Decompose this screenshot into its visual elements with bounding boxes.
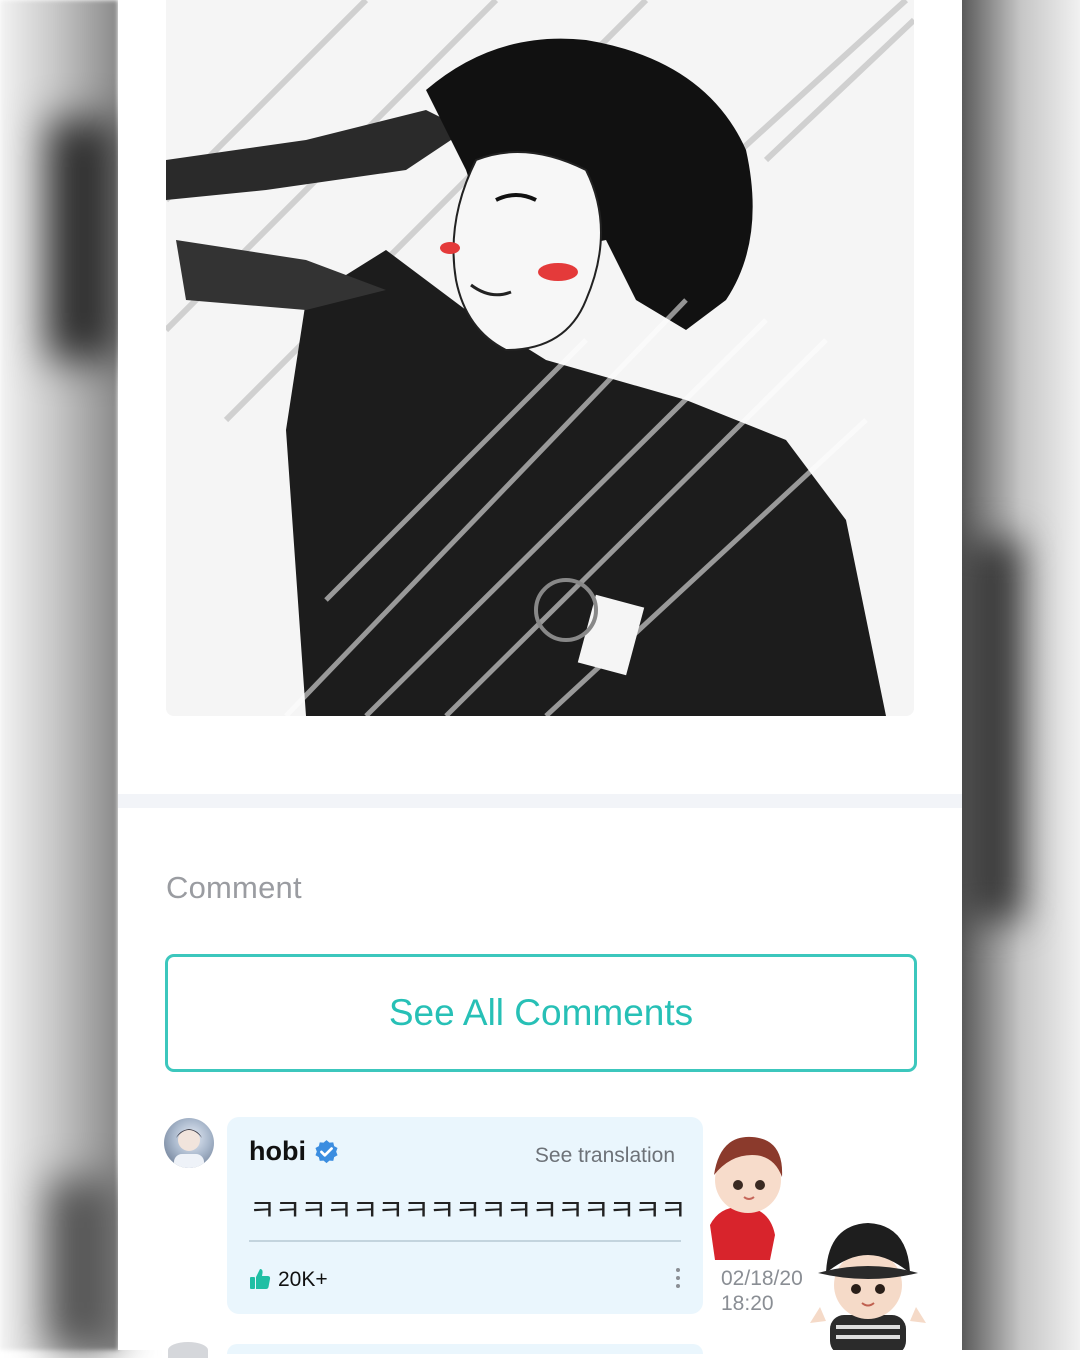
comment-divider: [249, 1240, 681, 1242]
comment-date: 02/18/20: [721, 1267, 803, 1290]
like-count: 20K+: [278, 1268, 328, 1291]
next-commenter-avatar[interactable]: [168, 1342, 208, 1358]
blurred-right-margin: [962, 0, 1080, 1350]
see-translation-link[interactable]: See translation: [535, 1144, 675, 1168]
post-card: Comment See All Comments hobi See transl…: [118, 0, 962, 1358]
next-comment-bubble: [227, 1344, 703, 1354]
more-vertical-icon[interactable]: [675, 1267, 681, 1289]
comment-timestamp: 02/18/20 18:20: [721, 1266, 817, 1316]
thumbs-up-icon[interactable]: [248, 1267, 272, 1291]
see-all-comments-button[interactable]: See All Comments: [165, 954, 917, 1072]
comment-bubble: hobi See translation ㅋㅋㅋㅋㅋㅋㅋㅋㅋㅋㅋㅋㅋㅋㅋㅋㅋ 2…: [227, 1117, 703, 1314]
verified-badge-icon: [315, 1140, 338, 1164]
comment-text: ㅋㅋㅋㅋㅋㅋㅋㅋㅋㅋㅋㅋㅋㅋㅋㅋㅋ: [249, 1195, 687, 1227]
comment-heading: Comment: [166, 870, 302, 905]
comment-author[interactable]: hobi: [249, 1136, 306, 1167]
comment-time: 18:20: [721, 1292, 774, 1315]
post-image-sketch-portrait[interactable]: [166, 0, 914, 716]
blurred-left-margin: [0, 0, 118, 1350]
section-divider: [118, 794, 962, 808]
character-sticker-hat: [810, 1223, 926, 1350]
commenter-avatar[interactable]: [164, 1118, 214, 1168]
character-sticker-red: [710, 1136, 783, 1260]
